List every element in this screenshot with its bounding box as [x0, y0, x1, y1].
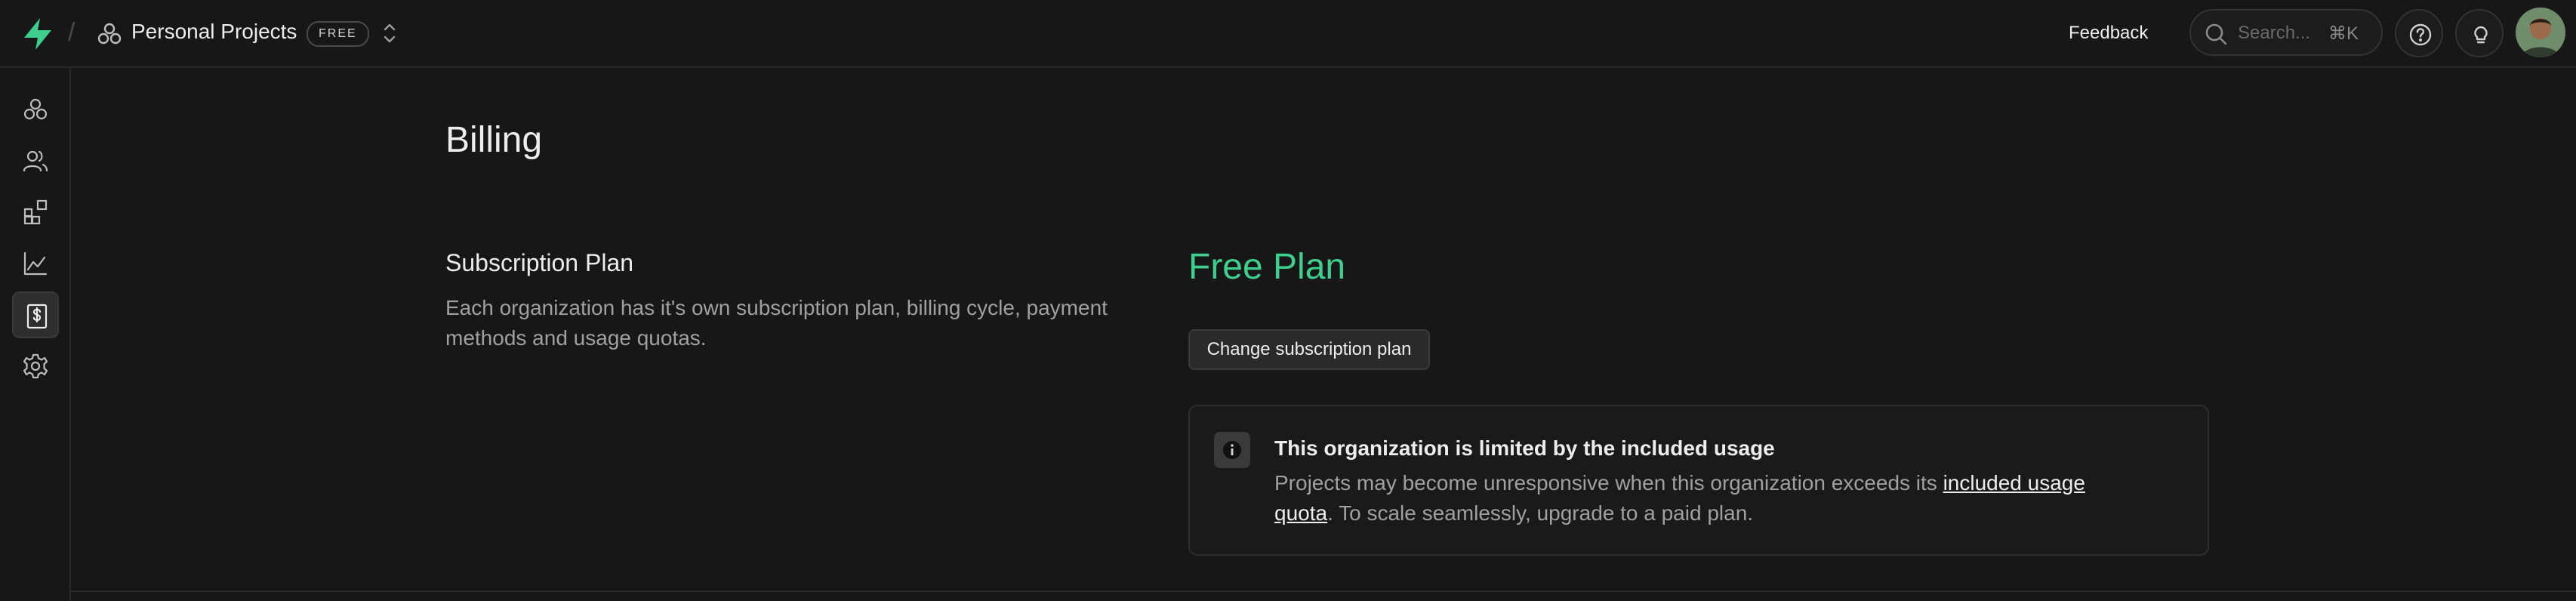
organization-name[interactable]: Personal Projects — [131, 20, 297, 44]
usage-limit-notice: This organization is limited by the incl… — [1188, 405, 2209, 556]
help-button[interactable] — [2395, 9, 2443, 57]
plan-badge: FREE — [307, 21, 369, 47]
search-icon — [2205, 23, 2227, 45]
sidebar-item-settings[interactable] — [12, 343, 59, 390]
breadcrumb-separator: / — [68, 18, 75, 47]
usage-icon — [23, 251, 48, 276]
page-title: Billing — [445, 120, 543, 160]
lightbulb-icon — [2474, 26, 2488, 44]
notice-title: This organization is limited by the incl… — [1274, 436, 1775, 460]
sidebar-item-billing[interactable] — [12, 291, 59, 338]
current-plan-name: Free Plan — [1188, 247, 1346, 287]
section-divider — [71, 590, 2576, 592]
search-placeholder: Search... — [2238, 23, 2311, 43]
user-avatar[interactable] — [2516, 8, 2565, 57]
integrations-icon — [23, 199, 48, 225]
info-icon — [1214, 432, 1250, 468]
subscription-plan-heading: Subscription Plan — [445, 249, 634, 276]
chevron-up-down-icon[interactable] — [379, 20, 400, 47]
sidebar-item-projects[interactable] — [12, 86, 59, 133]
subscription-plan-description: Each organization has it's own subscript… — [445, 296, 1108, 350]
sidebar — [0, 68, 71, 601]
organization-icon — [97, 21, 122, 47]
change-subscription-plan-button[interactable]: Change subscription plan — [1188, 329, 1430, 370]
sidebar-item-team[interactable] — [12, 137, 59, 184]
search-input[interactable]: Search... ⌘K — [2189, 9, 2383, 56]
team-icon — [23, 150, 48, 172]
notice-body-text: Projects may become unresponsive when th… — [1274, 471, 1943, 495]
gear-icon — [23, 353, 48, 379]
billing-icon — [26, 304, 48, 329]
search-shortcut: ⌘K — [2328, 23, 2359, 44]
projects-icon — [23, 98, 48, 120]
feedback-button[interactable]: Feedback — [2069, 20, 2148, 47]
sidebar-item-usage[interactable] — [12, 240, 59, 287]
top-bar: / Personal Projects FREE Feedback Search… — [0, 0, 2576, 68]
notice-body: Projects may become unresponsive when th… — [1274, 468, 2135, 529]
supabase-logo-icon[interactable] — [21, 17, 54, 51]
help-icon — [2409, 23, 2432, 46]
notice-body-text-end: . To scale seamlessly, upgrade to a paid… — [1327, 501, 1754, 525]
whats-new-button[interactable] — [2455, 9, 2504, 57]
sidebar-item-integrations[interactable] — [12, 189, 59, 236]
